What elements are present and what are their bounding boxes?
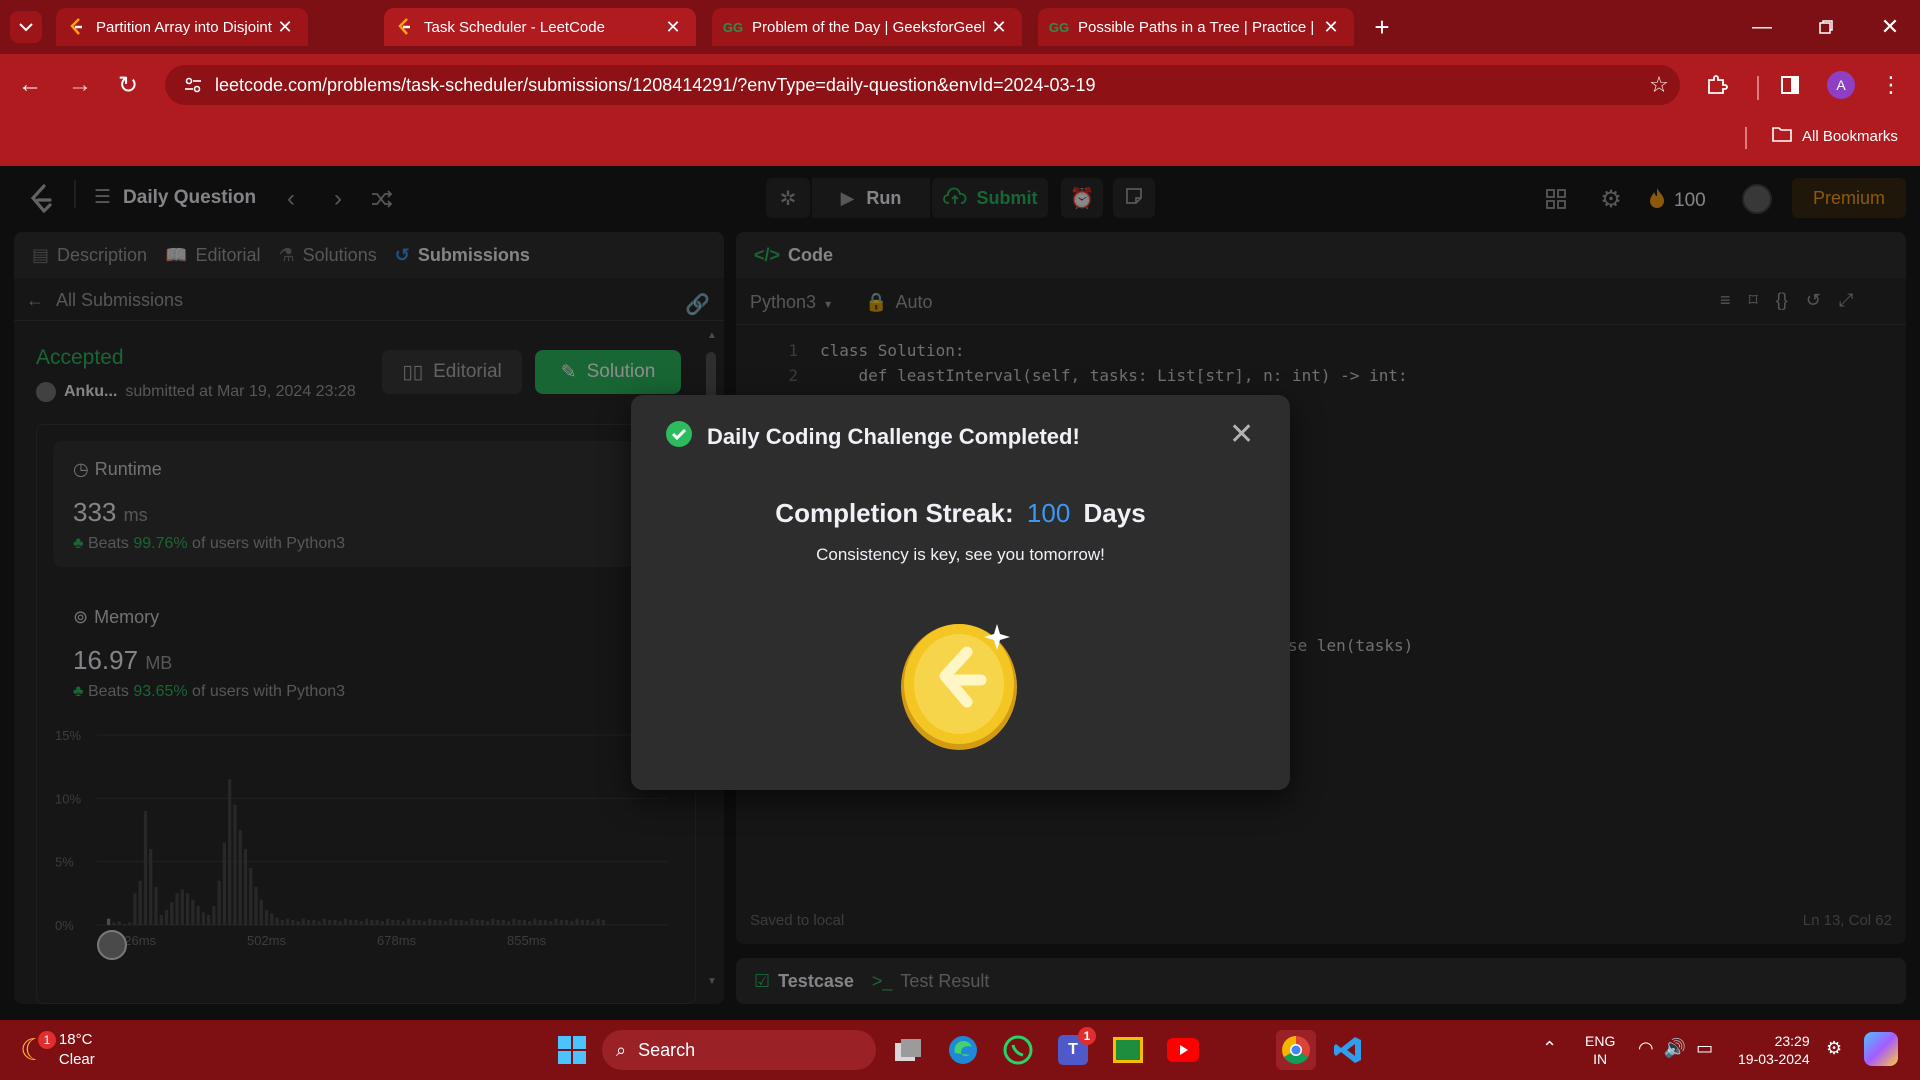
weather-text: 18°C Clear (59, 1030, 95, 1070)
chrome-icon[interactable] (1276, 1030, 1316, 1070)
modal-header: Daily Coding Challenge Completed! (665, 420, 1080, 454)
toolbar-divider (1757, 76, 1759, 100)
url-text: leetcode.com/problems/task-scheduler/sub… (215, 74, 1096, 95)
reload-icon[interactable]: ↻ (112, 69, 144, 101)
streak-unit: Days (1083, 498, 1146, 528)
tab-title: Partition Array into Disjoint Interva (96, 18, 274, 36)
browser-tab-partition-array[interactable]: Partition Array into Disjoint Interva ✕ (56, 8, 308, 46)
browser-tab-task-scheduler[interactable]: Task Scheduler - LeetCode ✕ (384, 8, 696, 46)
edge-browser-icon[interactable] (945, 1032, 981, 1068)
back-arrow-icon[interactable]: ← (14, 69, 46, 101)
condition: Clear (58, 1051, 95, 1068)
search-icon: ⌕ (616, 1039, 627, 1060)
streak-line: Completion Streak: 100 Days (631, 498, 1290, 529)
all-bookmarks-label: All Bookmarks (1802, 127, 1898, 145)
restore-window-icon[interactable] (1810, 11, 1842, 43)
system-tray-chevron-icon[interactable]: ⌃ (1542, 1038, 1557, 1059)
whatsapp-icon[interactable] (1000, 1032, 1036, 1068)
modal-message: Consistency is key, see you tomorrow! (816, 545, 1105, 564)
wifi-icon: ◠ (1638, 1038, 1654, 1058)
geeksforgeeks-favicon-icon: GG (722, 19, 744, 35)
lang-code: ENG (1585, 1033, 1616, 1049)
weather-widget[interactable]: ☾ 1 18°C Clear (20, 1030, 95, 1070)
region-code: IN (1593, 1051, 1608, 1067)
time: 23:29 (1774, 1033, 1810, 1049)
tab-close-icon[interactable]: ✕ (988, 16, 1010, 38)
minimize-icon[interactable]: — (1746, 11, 1778, 43)
check-circle-icon (665, 420, 693, 454)
side-panel-icon[interactable] (1774, 69, 1806, 101)
streak-value: 100 (1026, 498, 1071, 528)
browser-tab-possible-paths[interactable]: GG Possible Paths in a Tree | Practice |… (1038, 8, 1354, 46)
leetcode-favicon-icon (68, 18, 86, 36)
moon-icon: ☾ 1 (20, 1030, 56, 1068)
classroom-icon[interactable] (1110, 1032, 1146, 1068)
profile-avatar[interactable]: A (1825, 69, 1857, 101)
volume-icon: 🔊 (1663, 1038, 1687, 1058)
tab-title: Task Scheduler - LeetCode (424, 18, 605, 36)
close-window-icon[interactable]: ✕ (1874, 11, 1906, 43)
windows-start-icon[interactable] (554, 1032, 590, 1068)
gold-coin-icon (901, 610, 1031, 755)
notification-badge: 1 (1078, 1027, 1096, 1045)
language-indicator[interactable]: ENG IN (1585, 1032, 1615, 1068)
address-bar[interactable]: leetcode.com/problems/task-scheduler/sub… (165, 65, 1680, 105)
geeksforgeeks-favicon-icon: GG (1048, 19, 1070, 35)
task-view-icon[interactable] (890, 1032, 926, 1068)
bookmarks-divider (1745, 127, 1747, 149)
all-bookmarks-button[interactable]: All Bookmarks (1772, 126, 1898, 146)
tab-close-icon[interactable]: ✕ (1320, 16, 1342, 38)
browser-toolbar: ← → ↻ leetcode.com/problems/task-schedul… (0, 54, 1920, 166)
notification-bell-icon[interactable]: ⚙ (1826, 1038, 1842, 1059)
extensions-puzzle-icon[interactable] (1701, 69, 1733, 101)
browser-menu-icon[interactable]: ⋮ (1875, 69, 1907, 101)
battery-icon: ▭ (1696, 1038, 1714, 1058)
vscode-icon[interactable] (1330, 1032, 1366, 1068)
bookmark-star-icon[interactable]: ☆ (1643, 69, 1675, 101)
taskbar-search[interactable]: ⌕ Search (602, 1030, 876, 1070)
streak-label: Completion Streak: (775, 498, 1014, 528)
new-tab-plus-icon[interactable]: + (1366, 11, 1398, 43)
youtube-icon[interactable] (1165, 1032, 1201, 1068)
search-label: Search (638, 1039, 696, 1060)
clock[interactable]: 23:29 19-03-2024 (1738, 1032, 1810, 1068)
teams-icon[interactable]: T 1 (1055, 1027, 1096, 1068)
forward-arrow-icon[interactable]: → (64, 69, 96, 101)
browser-tab-gfg-potd[interactable]: GG Problem of the Day | GeeksforGeel ✕ (712, 8, 1022, 46)
tab-search-chevron-icon[interactable] (10, 11, 42, 43)
modal-title: Daily Coding Challenge Completed! (707, 424, 1080, 449)
daily-challenge-modal: Daily Coding Challenge Completed! ✕ Comp… (631, 395, 1290, 790)
copilot-icon[interactable] (1864, 1032, 1898, 1066)
windows-taskbar: ☾ 1 18°C Clear ⌕ Search T 1 ⌃ ENG IN ◠ 🔊… (0, 1020, 1920, 1080)
date: 19-03-2024 (1738, 1051, 1810, 1067)
site-info-icon[interactable] (177, 69, 209, 101)
tab-close-icon[interactable]: ✕ (274, 16, 296, 38)
system-status-icons[interactable]: ◠ 🔊 ▭ (1638, 1038, 1713, 1059)
modal-close-icon[interactable]: ✕ (1229, 417, 1254, 452)
tab-title: Possible Paths in a Tree | Practice | (1078, 18, 1315, 36)
tab-title: Problem of the Day | GeeksforGeel (752, 18, 986, 36)
temperature: 18°C (58, 1031, 93, 1048)
tab-close-icon[interactable]: ✕ (662, 16, 684, 38)
browser-tab-strip: Partition Array into Disjoint Interva ✕ … (0, 0, 1920, 54)
notification-badge: 1 (38, 1030, 56, 1049)
folder-icon (1772, 126, 1792, 146)
leetcode-favicon-icon (396, 18, 414, 36)
